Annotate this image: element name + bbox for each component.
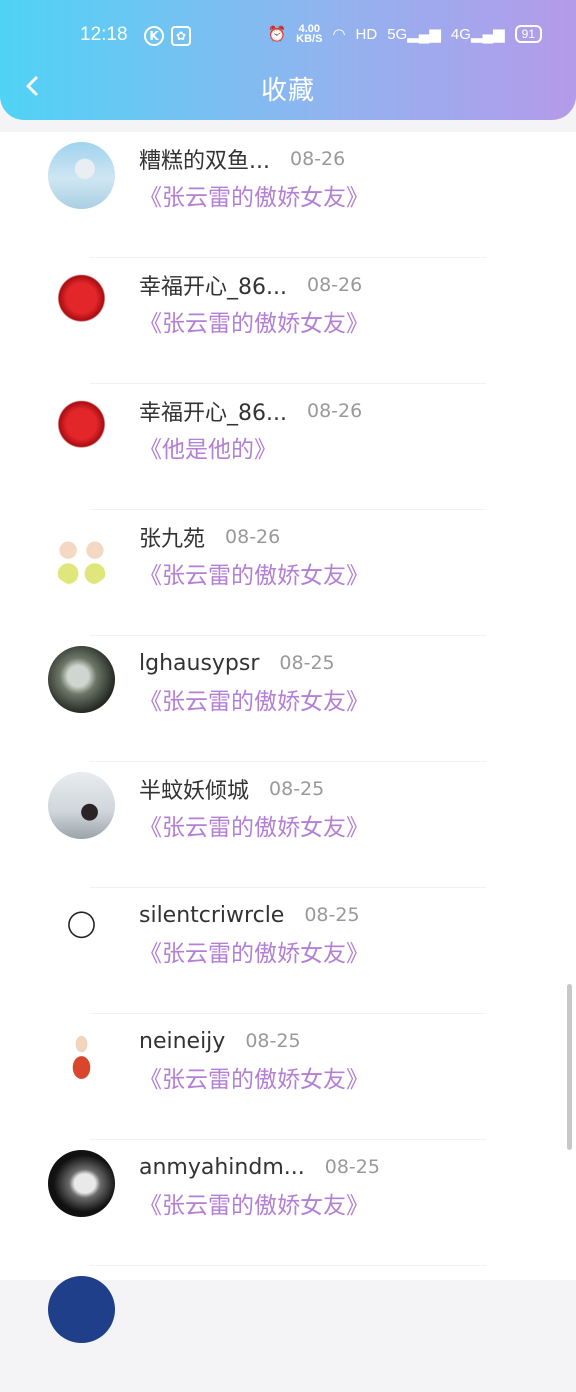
avatar[interactable] (48, 268, 115, 335)
signal-4g-icon: 4G▂▄▆ (450, 26, 505, 43)
alarm-icon: ⏰ (267, 26, 287, 43)
work-title[interactable]: 《张云雷的傲娇女友》 (139, 304, 369, 338)
date: 08-26 (225, 526, 281, 548)
date: 08-25 (269, 778, 325, 800)
list-item[interactable]: 半蚊妖倾城 08-25 《张云雷的傲娇女友》 (0, 762, 576, 888)
user-name[interactable]: lghausypsr (139, 651, 259, 676)
wifi-icon: ◠ (332, 26, 346, 43)
name-row: 幸福开心_86... 08-26 (139, 394, 536, 428)
paw-app-icon: ✿ (171, 26, 191, 46)
avatar[interactable] (48, 1024, 115, 1091)
battery-icon: 91 (514, 25, 542, 43)
avatar[interactable] (48, 898, 115, 965)
avatar[interactable] (48, 394, 115, 461)
name-row: 半蚊妖倾城 08-25 (139, 772, 536, 806)
date: 08-25 (304, 904, 360, 926)
name-row: 张九苑 08-26 (139, 520, 536, 554)
user-name[interactable]: neineijy (139, 1029, 225, 1054)
list-item[interactable]: 幸福开心_86... 08-26 《他是他的》 (0, 384, 576, 510)
work-title[interactable]: 《张云雷的傲娇女友》 (139, 808, 369, 842)
list-item[interactable]: neineijy 08-25 《张云雷的傲娇女友》 (0, 1014, 576, 1140)
avatar[interactable] (48, 772, 115, 839)
list-item[interactable]: 糟糕的双鱼... 08-26 《张云雷的傲娇女友》 (0, 132, 576, 258)
date: 08-26 (289, 148, 346, 170)
hd-label: HD (355, 25, 378, 43)
status-time: 12:18 (80, 24, 128, 45)
list-item[interactable]: silentcriwrcle 08-25 《张云雷的傲娇女友》 (0, 888, 576, 1014)
user-name[interactable]: 糟糕的双鱼... (139, 143, 270, 175)
net-5g: 5G (387, 26, 408, 43)
user-name[interactable]: 半蚊妖倾城 (139, 773, 249, 805)
user-name[interactable]: anmyahindm... (139, 1155, 305, 1180)
name-row: lghausypsr 08-25 (139, 646, 536, 680)
date: 08-26 (306, 274, 363, 296)
avatar[interactable] (48, 520, 115, 587)
work-title[interactable]: 《张云雷的傲娇女友》 (139, 1186, 369, 1220)
name-row: silentcriwrcle 08-25 (139, 898, 536, 932)
net-4g: 4G (450, 26, 471, 43)
date: 08-25 (245, 1030, 301, 1052)
page-title: 收藏 (260, 76, 315, 106)
work-title[interactable]: 《他是他的》 (139, 430, 277, 464)
list-item[interactable]: 张九苑 08-26 《张云雷的傲娇女友》 (0, 510, 576, 636)
user-name[interactable]: 幸福开心_86... (139, 395, 287, 427)
avatar[interactable] (48, 142, 115, 209)
scrollbar[interactable] (567, 984, 572, 1150)
list-item[interactable]: lghausypsr 08-25 《张云雷的傲娇女友》 (0, 636, 576, 762)
speed-unit: KB/S (296, 33, 323, 45)
work-title[interactable]: 《张云雷的傲娇女友》 (139, 178, 369, 212)
network-speed: 4.00 KB/S (296, 24, 323, 45)
list-item[interactable]: anmyahindm... 08-25 《张云雷的傲娇女友》 (0, 1140, 576, 1266)
user-name[interactable]: silentcriwrcle (139, 903, 284, 928)
work-title[interactable]: 《张云雷的傲娇女友》 (139, 556, 369, 590)
name-row: 幸福开心_86... 08-26 (139, 268, 536, 302)
work-title[interactable]: 《张云雷的傲娇女友》 (139, 1060, 369, 1094)
status-bar: 12:18 K ✿ ⏰ 4.00 KB/S ◠ HD 5G▂▄▆ 4G▂▄▆ 91 (0, 22, 576, 52)
status-right: ⏰ 4.00 KB/S ◠ HD 5G▂▄▆ 4G▂▄▆ 91 (267, 24, 542, 45)
user-name[interactable]: 幸福开心_86... (139, 269, 287, 301)
signal-5g-icon: 5G▂▄▆ (387, 26, 441, 43)
date: 08-26 (306, 400, 363, 422)
date: 08-25 (324, 1156, 380, 1178)
favorites-list[interactable]: 糟糕的双鱼... 08-26 《张云雷的傲娇女友》 幸福开心_86... 08-… (0, 132, 576, 1343)
list-item-partial[interactable] (0, 1266, 576, 1392)
work-title[interactable]: 《张云雷的傲娇女友》 (139, 682, 369, 716)
title-bar: 收藏 (0, 68, 576, 108)
list-item[interactable]: 幸福开心_86... 08-26 《张云雷的傲娇女友》 (0, 258, 576, 384)
name-row: 糟糕的双鱼... 08-26 (139, 142, 536, 176)
avatar[interactable] (48, 1276, 115, 1343)
date: 08-25 (279, 652, 335, 674)
name-row: anmyahindm... 08-25 (139, 1150, 536, 1184)
user-name[interactable]: 张九苑 (139, 521, 205, 553)
avatar[interactable] (48, 646, 115, 713)
avatar[interactable] (48, 1150, 115, 1217)
name-row: neineijy 08-25 (139, 1024, 536, 1058)
k-app-icon: K (144, 26, 164, 46)
work-title[interactable]: 《张云雷的傲娇女友》 (139, 934, 369, 968)
app-header: 12:18 K ✿ ⏰ 4.00 KB/S ◠ HD 5G▂▄▆ 4G▂▄▆ 91… (0, 0, 576, 120)
